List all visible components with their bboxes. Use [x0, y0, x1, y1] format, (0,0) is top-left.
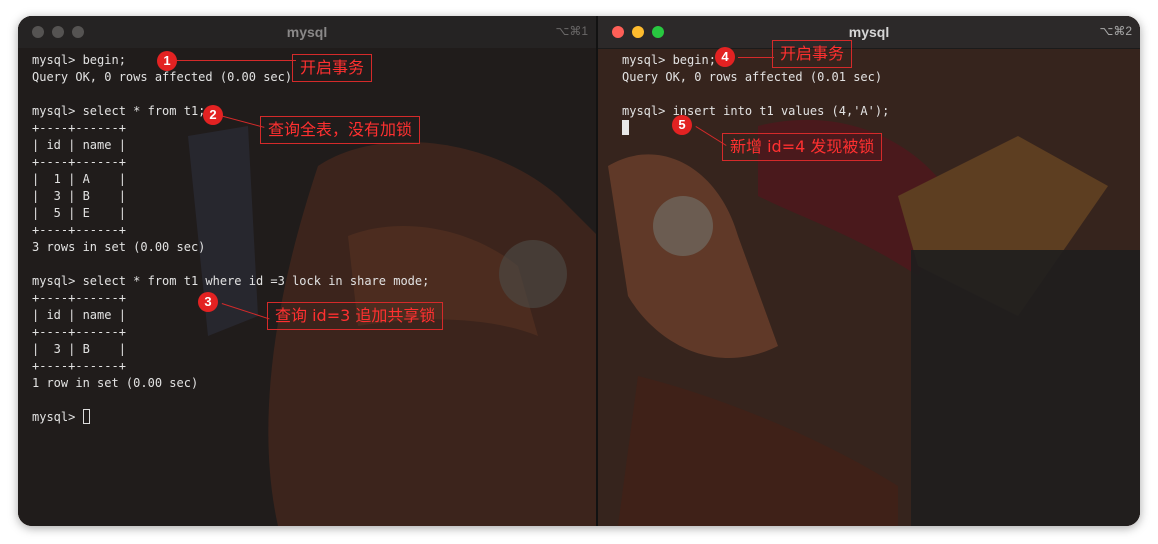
terminal-line: | 1 | A | — [32, 172, 126, 186]
terminal-line: 1 row in set (0.00 sec) — [32, 376, 199, 390]
screenshot-frame: mysql ⌥⌘1 mysql> begin; Query OK, 0 rows… — [18, 16, 1140, 526]
terminal-line: mysql> begin; — [622, 53, 716, 67]
terminal-output[interactable]: mysql> begin; Query OK, 0 rows affected … — [32, 52, 590, 426]
annotation-badge: 3 — [198, 292, 218, 312]
window-shortcut: ⌥⌘2 — [1099, 24, 1132, 38]
terminal-line: Query OK, 0 rows affected (0.01 sec) — [622, 70, 883, 84]
terminal-line: +----+------+ — [32, 359, 126, 373]
annotation-badge: 5 — [672, 115, 692, 135]
terminal-line: | 5 | E | — [32, 206, 126, 220]
terminal-line: 3 rows in set (0.00 sec) — [32, 240, 206, 254]
terminal-line: +----+------+ — [32, 155, 126, 169]
window-title: mysql — [286, 24, 328, 40]
annotation-badge: 4 — [715, 47, 735, 67]
terminal-output[interactable]: mysql> begin; Query OK, 0 rows affected … — [622, 52, 1134, 137]
terminal-line: mysql> insert into t1 values (4,'A'); — [622, 104, 890, 118]
text-cursor — [622, 120, 629, 135]
terminal-window-left[interactable]: mysql ⌥⌘1 mysql> begin; Query OK, 0 rows… — [18, 16, 596, 526]
annotation-label: 新增 id=4 发现被锁 — [722, 133, 883, 161]
terminal-line: mysql> select * from t1 where id =3 lock… — [32, 274, 430, 288]
prompt-text: mysql> — [32, 410, 83, 424]
title-bar[interactable]: mysql ⌥⌘2 — [598, 16, 1140, 49]
annotation-leader — [738, 57, 774, 58]
annotation-leader — [176, 60, 296, 61]
terminal-window-right[interactable]: mysql ⌥⌘2 mysql> begin; Query OK, 0 rows… — [598, 16, 1140, 526]
annotation-label: 开启事务 — [292, 54, 373, 82]
annotation-label: 查询全表，没有加锁 — [260, 116, 421, 144]
window-shortcut: ⌥⌘1 — [555, 24, 588, 38]
annotation-badge: 2 — [203, 105, 223, 125]
prompt-line[interactable]: mysql> — [32, 409, 590, 426]
terminal-line: +----+------+ — [32, 223, 126, 237]
title-bar[interactable]: mysql ⌥⌘1 — [18, 16, 596, 48]
annotation-label: 查询 id=3 追加共享锁 — [267, 302, 444, 330]
text-cursor — [82, 409, 90, 424]
terminal-line: | 3 | B | — [32, 342, 126, 356]
annotation-label: 开启事务 — [772, 40, 853, 68]
window-title: mysql — [848, 24, 890, 40]
annotation-badge: 1 — [157, 51, 177, 71]
terminal-line: | 3 | B | — [32, 189, 126, 203]
